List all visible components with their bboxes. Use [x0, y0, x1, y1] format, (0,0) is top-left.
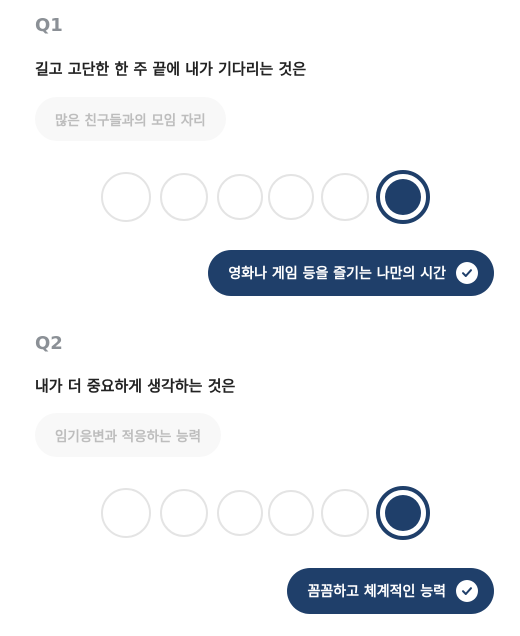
left-option-label: 임기응변과 적응하는 능력 — [35, 413, 222, 457]
scale-option-3[interactable] — [217, 490, 263, 536]
check-circle-icon — [456, 262, 478, 284]
right-option-answer[interactable]: 영화나 게임 등을 즐기는 나만의 시간 — [208, 250, 494, 296]
right-option-answer[interactable]: 꼼꼼하고 체계적인 능력 — [287, 568, 494, 614]
answer-scale — [0, 168, 520, 228]
scale-option-5[interactable] — [321, 489, 369, 537]
answer-scale — [0, 484, 520, 544]
scale-option-6[interactable] — [376, 486, 430, 540]
question-text: 내가 더 중요하게 생각하는 것은 — [35, 377, 236, 395]
scale-option-6[interactable] — [376, 170, 430, 224]
scale-option-4[interactable] — [268, 490, 314, 536]
scale-option-3[interactable] — [217, 174, 263, 220]
scale-option-4[interactable] — [268, 174, 314, 220]
question-label: Q2 — [35, 333, 63, 354]
question-text: 길고 고단한 한 주 끝에 내가 기다리는 것은 — [35, 60, 307, 78]
right-option-label: 꼼꼼하고 체계적인 능력 — [307, 584, 446, 600]
question-label: Q1 — [35, 15, 63, 36]
scale-option-1[interactable] — [101, 488, 151, 538]
scale-option-2[interactable] — [160, 173, 208, 221]
check-circle-icon — [456, 580, 478, 602]
scale-option-2[interactable] — [160, 489, 208, 537]
left-option-label: 많은 친구들과의 모임 자리 — [35, 97, 226, 141]
scale-option-1[interactable] — [101, 172, 151, 222]
scale-option-5[interactable] — [321, 173, 369, 221]
right-option-label: 영화나 게임 등을 즐기는 나만의 시간 — [228, 266, 446, 282]
